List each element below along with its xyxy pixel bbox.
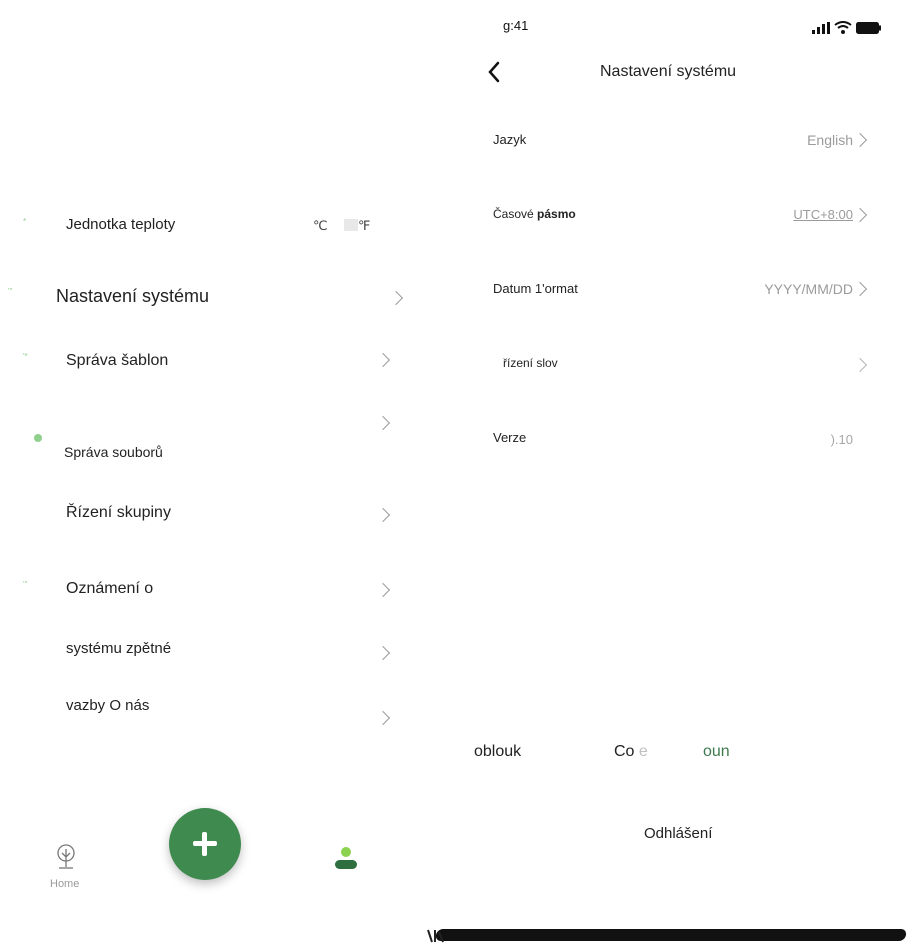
- row-language-label: Jazyk: [493, 132, 527, 147]
- menu-item-notifications[interactable]: Oznámení o: [66, 580, 153, 598]
- chevron-right-icon[interactable]: [388, 290, 404, 306]
- toggle-track[interactable]: [344, 219, 358, 231]
- chevron-right-icon[interactable]: [852, 132, 868, 148]
- chevron-right-icon[interactable]: [375, 415, 391, 431]
- list-bullet-icon: '*: [23, 352, 28, 361]
- chevron-right-icon[interactable]: [852, 357, 868, 373]
- add-button[interactable]: [169, 808, 241, 880]
- list-bullet-icon: ''': [23, 580, 28, 589]
- cellular-signal-icon: [812, 22, 830, 34]
- row-date-format-value[interactable]: YYYY/MM/DD: [700, 281, 853, 297]
- list-bullet-icon: *: [23, 217, 27, 226]
- logout-button[interactable]: Odhlášení: [644, 825, 712, 842]
- footer-middle-dark: Co: [614, 743, 635, 760]
- chevron-right-icon[interactable]: [375, 582, 391, 598]
- row-timezone-value[interactable]: UTC+8:00: [740, 207, 853, 222]
- menu-item-template-management[interactable]: Správa šablon: [66, 352, 168, 370]
- back-chevron-icon[interactable]: [487, 61, 501, 83]
- row-timezone-label: Časové pásmo: [493, 207, 576, 221]
- list-bullet-icon: ''': [8, 287, 13, 296]
- status-time: g:41: [503, 18, 529, 33]
- wifi-icon: [834, 21, 852, 34]
- home-indicator: [434, 929, 907, 941]
- row-timezone-label-part1: Časové: [493, 207, 538, 221]
- footer-middle-text[interactable]: Co e: [614, 743, 648, 761]
- fahrenheit-option[interactable]: ℉: [358, 218, 370, 234]
- footer-middle-light: e: [638, 743, 648, 760]
- row-language-value[interactable]: English: [760, 132, 853, 148]
- cursor-icon: [427, 929, 444, 943]
- footer-left-text[interactable]: oblouk: [474, 743, 521, 761]
- home-tree-icon[interactable]: [53, 843, 79, 871]
- chevron-right-icon[interactable]: [375, 507, 391, 523]
- menu-item-feedback[interactable]: systému zpětné: [66, 640, 171, 657]
- battery-icon: [856, 22, 881, 34]
- menu-item-system-settings[interactable]: Nastavení systému: [56, 286, 209, 307]
- home-tab-label[interactable]: Home: [50, 878, 79, 890]
- celsius-option[interactable]: ℃: [313, 218, 328, 234]
- menu-item-group-management[interactable]: Řízení skupiny: [66, 504, 171, 522]
- profile-user-icon[interactable]: [333, 846, 359, 872]
- menu-item-file-management[interactable]: Správa souborů: [64, 444, 163, 460]
- chevron-right-icon[interactable]: [375, 645, 391, 661]
- menu-item-about[interactable]: vazby O nás: [66, 697, 149, 714]
- row-timezone-label-part2: pásmo: [537, 207, 576, 221]
- row-version-label: Verze: [493, 430, 527, 445]
- row-word-management-label: řízení slov: [503, 356, 558, 370]
- green-dot-icon: [34, 434, 42, 442]
- row-date-format-label: Datum 1'ormat: [493, 281, 578, 296]
- chevron-right-icon[interactable]: [852, 207, 868, 223]
- chevron-right-icon[interactable]: [375, 710, 391, 726]
- footer-right-text[interactable]: oun: [703, 743, 730, 761]
- chevron-right-icon[interactable]: [375, 352, 391, 368]
- temperature-unit-label: Jednotka teploty: [66, 216, 176, 233]
- chevron-right-icon[interactable]: [852, 281, 868, 297]
- row-version-value: ).10: [830, 432, 853, 447]
- page-title: Nastavení systému: [600, 63, 737, 80]
